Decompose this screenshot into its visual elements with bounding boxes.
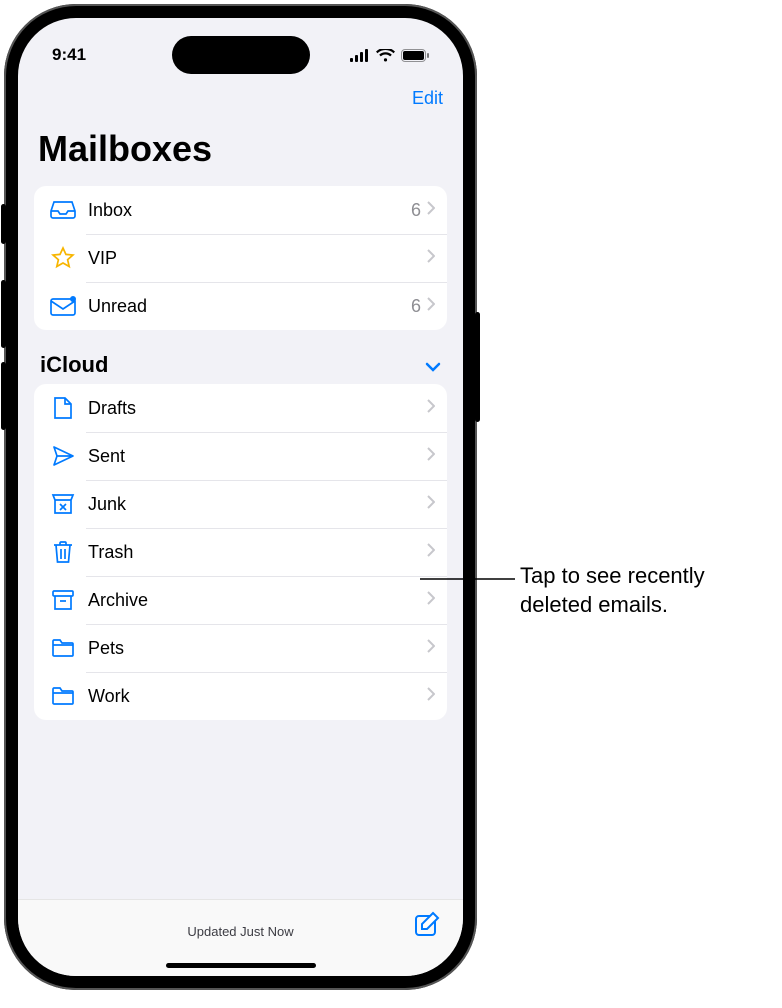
section-header-icloud[interactable]: iCloud bbox=[34, 352, 447, 384]
sent-icon bbox=[48, 444, 78, 468]
screen: 9:41 Edit Mailboxes Inbox 6 bbox=[18, 18, 463, 976]
chevron-right-icon bbox=[427, 447, 435, 466]
chevron-right-icon bbox=[427, 249, 435, 268]
chevron-right-icon bbox=[427, 297, 435, 316]
chevron-right-icon bbox=[427, 495, 435, 514]
wifi-icon bbox=[376, 49, 395, 62]
mailbox-row-unread[interactable]: Unread 6 bbox=[34, 282, 447, 330]
compose-button[interactable] bbox=[413, 910, 441, 943]
home-indicator bbox=[166, 963, 316, 968]
battery-icon bbox=[401, 49, 429, 62]
chevron-right-icon bbox=[427, 201, 435, 220]
chevron-down-icon bbox=[425, 352, 441, 378]
cellular-icon bbox=[350, 49, 370, 62]
mailbox-row-inbox[interactable]: Inbox 6 bbox=[34, 186, 447, 234]
toolbar-bottom: Updated Just Now bbox=[18, 899, 463, 976]
drafts-icon bbox=[48, 396, 78, 420]
mailbox-row-sent[interactable]: Sent bbox=[34, 432, 447, 480]
silence-switch bbox=[1, 204, 6, 244]
mailbox-row-folder[interactable]: Work bbox=[34, 672, 447, 720]
junk-icon bbox=[48, 493, 78, 515]
row-label: Work bbox=[88, 686, 427, 707]
icloud-group: Drafts Sent Junk bbox=[34, 384, 447, 720]
mailbox-list: Inbox 6 VIP Unread bbox=[18, 176, 463, 914]
mailbox-row-folder[interactable]: Pets bbox=[34, 624, 447, 672]
row-label: Pets bbox=[88, 638, 427, 659]
row-count: 6 bbox=[411, 200, 421, 221]
chevron-right-icon bbox=[427, 399, 435, 418]
favorites-group: Inbox 6 VIP Unread bbox=[34, 186, 447, 330]
sync-status: Updated Just Now bbox=[187, 924, 293, 939]
mailbox-row-vip[interactable]: VIP bbox=[34, 234, 447, 282]
side-button bbox=[475, 312, 480, 422]
row-label: VIP bbox=[88, 248, 421, 269]
status-indicators bbox=[350, 49, 429, 62]
row-label: Inbox bbox=[88, 200, 411, 221]
dynamic-island bbox=[172, 36, 310, 74]
chevron-right-icon bbox=[427, 591, 435, 610]
folder-icon bbox=[48, 638, 78, 658]
volume-up-button bbox=[1, 280, 6, 348]
row-label: Junk bbox=[88, 494, 427, 515]
edit-button[interactable]: Edit bbox=[412, 88, 443, 109]
row-label: Sent bbox=[88, 446, 427, 467]
navigation-bar: Edit bbox=[18, 76, 463, 120]
chevron-right-icon bbox=[427, 639, 435, 658]
chevron-right-icon bbox=[427, 687, 435, 706]
mailbox-row-trash[interactable]: Trash bbox=[34, 528, 447, 576]
unread-icon bbox=[48, 296, 78, 316]
folder-icon bbox=[48, 686, 78, 706]
row-label: Trash bbox=[88, 542, 427, 563]
chevron-right-icon bbox=[427, 543, 435, 562]
page-title: Mailboxes bbox=[18, 120, 463, 174]
iphone-frame: 9:41 Edit Mailboxes Inbox 6 bbox=[4, 4, 477, 990]
vip-icon bbox=[48, 246, 78, 270]
volume-down-button bbox=[1, 362, 6, 430]
row-count: 6 bbox=[411, 296, 421, 317]
mailbox-row-archive[interactable]: Archive bbox=[34, 576, 447, 624]
mailbox-row-junk[interactable]: Junk bbox=[34, 480, 447, 528]
row-label: Archive bbox=[88, 590, 427, 611]
status-time: 9:41 bbox=[52, 45, 86, 65]
row-label: Unread bbox=[88, 296, 411, 317]
section-title: iCloud bbox=[40, 352, 108, 378]
trash-icon bbox=[48, 540, 78, 564]
callout-text: Tap to see recently deleted emails. bbox=[520, 562, 770, 619]
inbox-icon bbox=[48, 200, 78, 220]
archive-icon bbox=[48, 589, 78, 611]
mailbox-row-drafts[interactable]: Drafts bbox=[34, 384, 447, 432]
row-label: Drafts bbox=[88, 398, 427, 419]
